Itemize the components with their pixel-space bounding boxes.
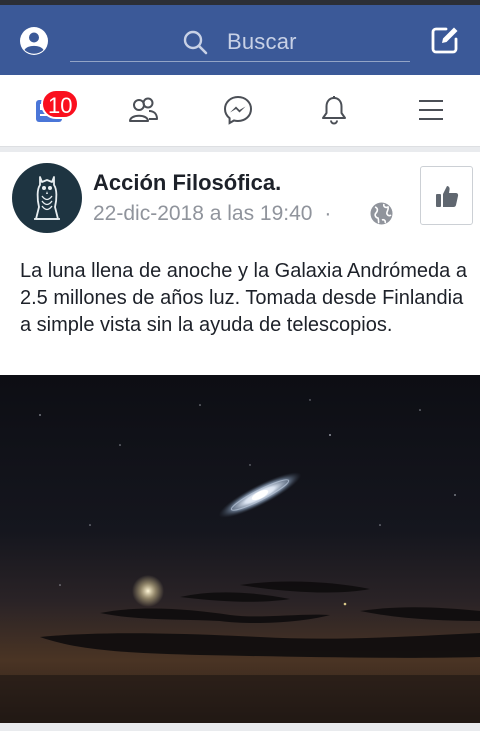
globe-icon — [370, 202, 393, 225]
post-timestamp[interactable]: 22-dic-2018 a las 19:40 · — [93, 202, 331, 226]
page-name[interactable]: Acción Filosófica. — [93, 170, 281, 196]
night-sky-photo — [0, 375, 480, 723]
profile-icon[interactable] — [18, 25, 50, 57]
friends-icon — [129, 97, 158, 122]
like-button[interactable] — [420, 166, 473, 225]
thumbs-up-icon — [435, 185, 458, 207]
compose-icon[interactable] — [430, 25, 460, 55]
meta-separator: · — [324, 202, 332, 225]
tab-friends[interactable] — [126, 93, 160, 127]
feed-bottom-divider — [0, 723, 480, 731]
post-header: Acción Filosófica. 22-dic-2018 a las 19:… — [0, 152, 480, 248]
menu-icon — [419, 100, 443, 120]
page-avatar[interactable] — [12, 163, 82, 233]
post-photo[interactable] — [0, 375, 480, 723]
bell-icon — [322, 96, 346, 125]
top-bar: Buscar — [0, 5, 480, 75]
search-icon — [183, 30, 208, 55]
notification-badge: 10 — [41, 89, 80, 119]
tab-messenger[interactable] — [221, 93, 255, 127]
tab-notifications[interactable] — [317, 93, 351, 127]
search-input[interactable]: Buscar — [70, 21, 410, 62]
tab-menu[interactable] — [414, 93, 448, 127]
tab-bar: 10 — [0, 75, 480, 147]
search-placeholder: Buscar — [227, 29, 297, 54]
messenger-icon — [223, 95, 253, 125]
owl-logo-icon — [34, 176, 60, 220]
post-text: La luna llena de anoche y la Galaxia And… — [20, 260, 467, 336]
timestamp-text: 22-dic-2018 a las 19:40 — [93, 202, 313, 225]
